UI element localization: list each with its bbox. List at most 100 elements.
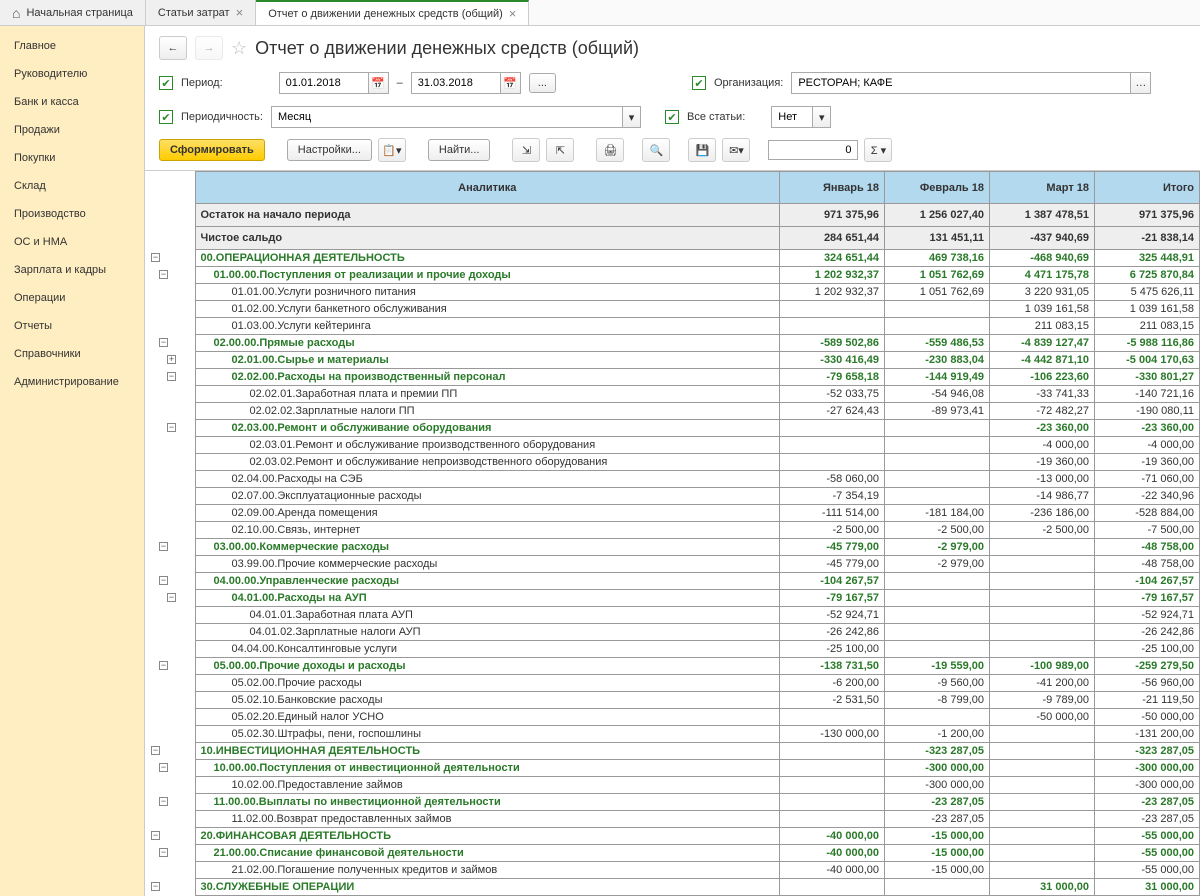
org-checkbox[interactable] <box>692 76 706 90</box>
sidebar-item[interactable]: Покупки <box>0 144 144 172</box>
tab-articles[interactable]: Статьи затрат× <box>146 0 256 25</box>
period-more-button[interactable]: ... <box>529 73 556 93</box>
table-row[interactable]: −05.00.00.Прочие доходы и расходы-138 73… <box>145 658 1200 675</box>
collapse-icon[interactable]: − <box>151 253 160 262</box>
table-row[interactable]: −04.00.00.Управленческие расходы-104 267… <box>145 573 1200 590</box>
chevron-down-icon[interactable]: ▾ <box>813 106 831 128</box>
back-button[interactable]: ← <box>159 36 187 60</box>
date-from-input[interactable] <box>279 72 369 94</box>
find-button[interactable]: Найти... <box>428 139 491 161</box>
sidebar-item[interactable]: Продажи <box>0 116 144 144</box>
table-row[interactable]: −02.00.00.Прямые расходы-589 502,86-559 … <box>145 335 1200 352</box>
table-row[interactable]: 01.01.00.Услуги розничного питания1 202 … <box>145 284 1200 301</box>
close-icon[interactable]: × <box>509 6 517 21</box>
collapse-icon[interactable]: − <box>151 746 160 755</box>
table-row[interactable]: 04.01.01.Заработная плата АУП-52 924,71-… <box>145 607 1200 624</box>
tab-home[interactable]: Начальная страница <box>0 0 146 25</box>
sum-input[interactable] <box>768 140 858 160</box>
table-row[interactable]: 05.02.30.Штрафы, пени, госпошлины-130 00… <box>145 726 1200 743</box>
expand-icon[interactable]: + <box>167 355 176 364</box>
table-row[interactable]: −00.ОПЕРАЦИОННАЯ ДЕЯТЕЛЬНОСТЬ324 651,444… <box>145 250 1200 267</box>
table-row[interactable]: Чистое сальдо284 651,44131 451,11-437 94… <box>145 227 1200 250</box>
table-row[interactable]: −03.00.00.Коммерческие расходы-45 779,00… <box>145 539 1200 556</box>
sigma-icon[interactable]: Σ ▾ <box>864 138 892 162</box>
collapse-icon[interactable]: − <box>159 661 168 670</box>
table-row[interactable]: 05.02.10.Банковские расходы-2 531,50-8 7… <box>145 692 1200 709</box>
collapse-icon[interactable]: − <box>159 797 168 806</box>
periodicity-select[interactable] <box>271 106 623 128</box>
sidebar-item[interactable]: Операции <box>0 284 144 312</box>
sidebar-item[interactable]: ОС и НМА <box>0 228 144 256</box>
table-row[interactable]: −01.00.00.Поступления от реализации и пр… <box>145 267 1200 284</box>
table-row[interactable]: Остаток на начало периода971 375,961 256… <box>145 204 1200 227</box>
sidebar-item[interactable]: Производство <box>0 200 144 228</box>
table-row[interactable]: −11.00.00.Выплаты по инвестиционной деят… <box>145 794 1200 811</box>
table-row[interactable]: 02.09.00.Аренда помещения-111 514,00-181… <box>145 505 1200 522</box>
table-row[interactable]: −02.03.00.Ремонт и обслуживание оборудов… <box>145 420 1200 437</box>
expand-icon[interactable]: ⇲ <box>512 138 540 162</box>
calendar-icon[interactable]: 📅 <box>501 72 521 94</box>
org-more-button[interactable]: … <box>1131 72 1151 94</box>
table-row[interactable]: 02.04.00.Расходы на СЭБ-58 060,00-13 000… <box>145 471 1200 488</box>
sidebar-item[interactable]: Банк и касса <box>0 88 144 116</box>
period-checkbox[interactable] <box>159 76 173 90</box>
calendar-icon[interactable]: 📅 <box>369 72 389 94</box>
periodicity-checkbox[interactable] <box>159 110 173 124</box>
table-row[interactable]: 05.02.00.Прочие расходы-6 200,00-9 560,0… <box>145 675 1200 692</box>
table-row[interactable]: −10.ИНВЕСТИЦИОННАЯ ДЕЯТЕЛЬНОСТЬ-323 287,… <box>145 743 1200 760</box>
collapse-icon[interactable]: − <box>167 372 176 381</box>
sidebar-item[interactable]: Справочники <box>0 340 144 368</box>
settings-button[interactable]: Настройки... <box>287 139 372 161</box>
table-row[interactable]: 21.02.00.Погашение полученных кредитов и… <box>145 862 1200 879</box>
collapse-icon[interactable]: − <box>159 576 168 585</box>
table-row[interactable]: −04.01.00.Расходы на АУП-79 167,57-79 16… <box>145 590 1200 607</box>
form-button[interactable]: Сформировать <box>159 139 265 161</box>
print-icon[interactable]: 🖨 <box>596 138 624 162</box>
table-row[interactable]: 10.02.00.Предоставление займов-300 000,0… <box>145 777 1200 794</box>
table-row[interactable]: 02.07.00.Эксплуатационные расходы-7 354,… <box>145 488 1200 505</box>
collapse-icon[interactable]: ⇱ <box>546 138 574 162</box>
collapse-icon[interactable]: − <box>167 423 176 432</box>
copy-icon[interactable]: 📋▾ <box>378 138 406 162</box>
table-row[interactable]: −02.02.00.Расходы на производственный пе… <box>145 369 1200 386</box>
table-row[interactable]: +02.01.00.Сырье и материалы-330 416,49-2… <box>145 352 1200 369</box>
collapse-icon[interactable]: − <box>159 542 168 551</box>
sidebar-item[interactable]: Главное <box>0 32 144 60</box>
all-articles-select[interactable] <box>771 106 813 128</box>
table-row[interactable]: −10.00.00.Поступления от инвестиционной … <box>145 760 1200 777</box>
collapse-icon[interactable]: − <box>159 270 168 279</box>
table-row[interactable]: 11.02.00.Возврат предоставленных займов-… <box>145 811 1200 828</box>
table-row[interactable]: 01.02.00.Услуги банкетного обслуживания1… <box>145 301 1200 318</box>
org-input[interactable] <box>791 72 1131 94</box>
save-icon[interactable]: 💾 <box>688 138 716 162</box>
sidebar-item[interactable]: Руководителю <box>0 60 144 88</box>
table-row[interactable]: 05.02.20.Единый налог УСНО-50 000,00-50 … <box>145 709 1200 726</box>
table-row[interactable]: −20.ФИНАНСОВАЯ ДЕЯТЕЛЬНОСТЬ-40 000,00-15… <box>145 828 1200 845</box>
table-row[interactable]: −21.00.00.Списание финансовой деятельнос… <box>145 845 1200 862</box>
table-row[interactable]: 01.03.00.Услуги кейтеринга211 083,15211 … <box>145 318 1200 335</box>
collapse-icon[interactable]: − <box>151 882 160 891</box>
table-row[interactable]: 02.10.00.Связь, интернет-2 500,00-2 500,… <box>145 522 1200 539</box>
table-row[interactable]: 03.99.00.Прочие коммерческие расходы-45 … <box>145 556 1200 573</box>
tab-report[interactable]: Отчет о движении денежных средств (общий… <box>256 0 529 25</box>
sidebar-item[interactable]: Отчеты <box>0 312 144 340</box>
date-to-input[interactable] <box>411 72 501 94</box>
mail-icon[interactable]: ✉▾ <box>722 138 750 162</box>
chevron-down-icon[interactable]: ▾ <box>623 106 641 128</box>
collapse-icon[interactable]: − <box>167 593 176 602</box>
table-row[interactable]: 02.02.01.Заработная плата и премии ПП-52… <box>145 386 1200 403</box>
forward-button[interactable]: → <box>195 36 223 60</box>
table-row[interactable]: 02.02.02.Зарплатные налоги ПП-27 624,43-… <box>145 403 1200 420</box>
preview-icon[interactable]: 🔍 <box>642 138 670 162</box>
close-icon[interactable]: × <box>236 5 244 20</box>
all-articles-checkbox[interactable] <box>665 110 679 124</box>
collapse-icon[interactable]: − <box>159 848 168 857</box>
star-icon[interactable] <box>231 38 247 59</box>
table-row[interactable]: −30.СЛУЖЕБНЫЕ ОПЕРАЦИИ31 000,0031 000,00 <box>145 879 1200 896</box>
table-row[interactable]: 02.03.01.Ремонт и обслуживание производс… <box>145 437 1200 454</box>
sidebar-item[interactable]: Администрирование <box>0 368 144 396</box>
table-row[interactable]: 04.01.02.Зарплатные налоги АУП-26 242,86… <box>145 624 1200 641</box>
collapse-icon[interactable]: − <box>159 338 168 347</box>
sidebar-item[interactable]: Склад <box>0 172 144 200</box>
sidebar-item[interactable]: Зарплата и кадры <box>0 256 144 284</box>
